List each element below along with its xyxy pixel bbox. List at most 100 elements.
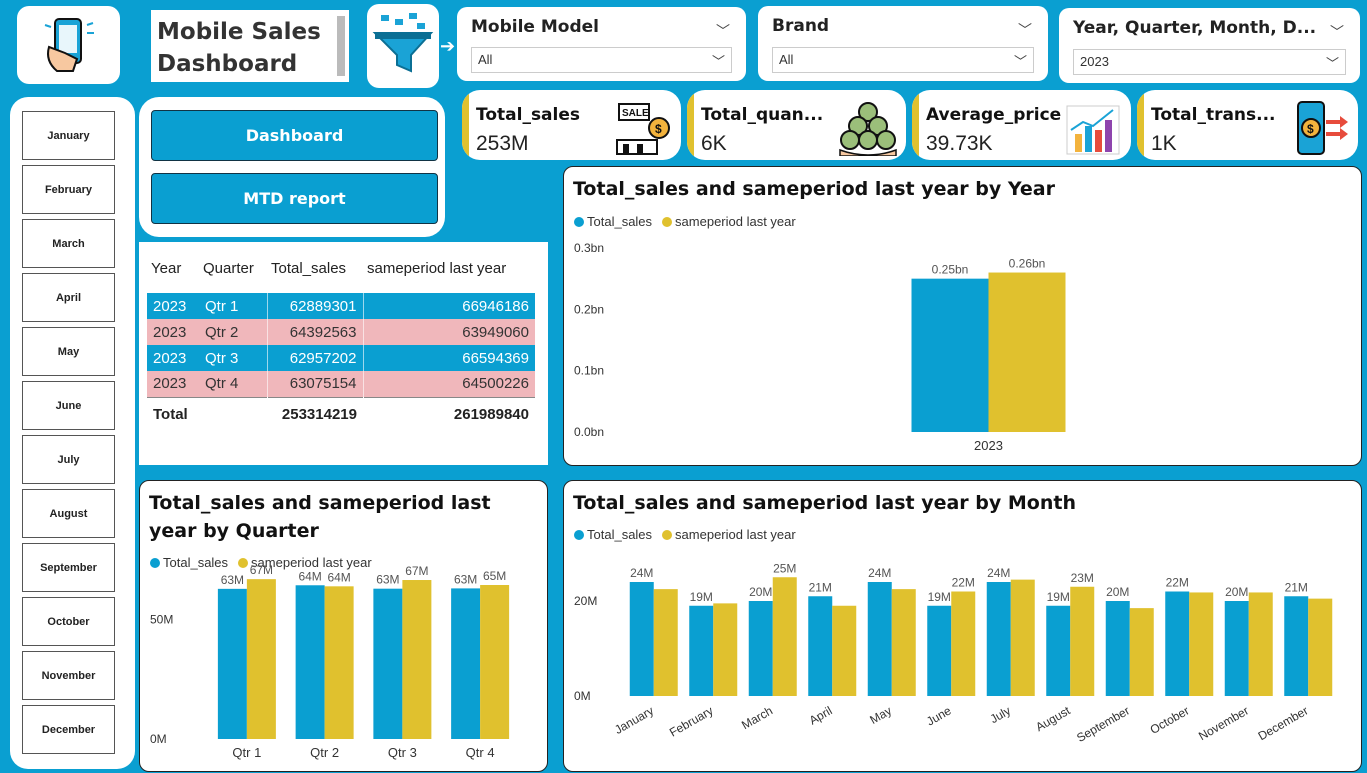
table-row[interactable]: 2023 Qtr 1 62889301 66946186 [147, 293, 535, 319]
month-button-july[interactable]: July [22, 435, 115, 484]
x-tick-label: Qtr 3 [388, 745, 417, 760]
bar-sameperiod-last-year[interactable] [951, 591, 976, 697]
kpi-accent [462, 90, 469, 160]
month-button-september[interactable]: September [22, 543, 115, 592]
data-label: 67M [405, 564, 428, 578]
bar-total_sales[interactable] [217, 588, 247, 739]
arrow-right-icon: ➔ [440, 36, 456, 56]
title-line-2: Dashboard [157, 51, 298, 77]
bar-total_sales[interactable] [373, 588, 403, 739]
table-row[interactable]: 2023 Qtr 2 64392563 63949060 [147, 319, 535, 345]
bar-total_sales[interactable] [986, 582, 1011, 696]
slicer-mobile-model-value: All [478, 52, 493, 67]
bar-sameperiod-last-year[interactable] [891, 589, 916, 696]
bar-sameperiod-last-year[interactable] [246, 579, 276, 739]
chevron-down-icon: ﹀ [1013, 54, 1027, 69]
bar-sameperiod-last-year[interactable] [772, 577, 797, 696]
x-tick-label: February [667, 703, 716, 739]
app-logo [17, 6, 120, 84]
x-tick-label: December [1256, 703, 1311, 743]
svg-text:$: $ [1307, 122, 1314, 136]
chevron-down-icon[interactable]: ﹀ [1018, 20, 1032, 40]
x-tick-label: November [1196, 703, 1251, 743]
x-tick-label: June [924, 703, 954, 728]
month-button-march[interactable]: March [22, 219, 115, 268]
month-button-january[interactable]: January [22, 111, 115, 160]
bar-sameperiod-last-year[interactable] [480, 585, 510, 739]
table-cell: 64500226 [362, 371, 535, 397]
bar-total_sales[interactable] [1224, 601, 1249, 696]
bar-sameperiod-last-year[interactable] [832, 605, 857, 696]
data-label: 20M [1106, 585, 1129, 599]
x-tick-label: July [988, 703, 1013, 726]
title-scrollbar [337, 16, 345, 76]
dashboard-button[interactable]: Dashboard [151, 110, 438, 161]
svg-text:$: $ [655, 122, 662, 136]
data-label: 19M [928, 590, 951, 604]
data-label: 21M [809, 580, 832, 594]
data-label: 63M [376, 573, 399, 587]
sale-icon: SALE $ [616, 103, 670, 155]
month-button-april[interactable]: April [22, 273, 115, 322]
slicer-mobile-model[interactable]: Mobile Model ﹀ All ﹀ [457, 7, 746, 81]
bar-sameperiod-last-year[interactable] [1129, 608, 1154, 696]
bar-total_sales[interactable] [689, 605, 714, 696]
bar-sameperiod-last-year[interactable] [1010, 579, 1035, 696]
slicer-mobile-model-title: Mobile Model [471, 17, 599, 37]
kpi-value: 39.73K [926, 132, 993, 155]
x-tick-label: March [739, 703, 775, 732]
table-header[interactable]: Quarter [199, 252, 267, 293]
table-header[interactable]: Total_sales [267, 252, 363, 293]
month-button-june[interactable]: June [22, 381, 115, 430]
bar-total_sales[interactable] [911, 278, 989, 432]
bar-total_sales[interactable] [1165, 591, 1190, 697]
chevron-down-icon[interactable]: ﹀ [1330, 22, 1344, 42]
slicer-brand-dropdown[interactable]: All ﹀ [772, 47, 1034, 73]
data-label: 64M [327, 570, 350, 584]
bar-total_sales[interactable] [1284, 596, 1309, 696]
bar-sameperiod-last-year[interactable] [1070, 586, 1095, 696]
table-header[interactable]: Year [147, 252, 199, 293]
month-button-october[interactable]: October [22, 597, 115, 646]
y-tick-label: 50M [150, 613, 173, 627]
month-button-may[interactable]: May [22, 327, 115, 376]
bar-total_sales[interactable] [451, 588, 481, 739]
bar-sameperiod-last-year[interactable] [988, 272, 1066, 432]
table-cell: Qtr 3 [199, 345, 267, 371]
y-tick-label: 0.1bn [574, 364, 604, 378]
slicer-date-hierarchy[interactable]: Year, Quarter, Month, D... ﹀ 2023 ﹀ [1059, 8, 1360, 83]
slicer-date-dropdown[interactable]: 2023 ﹀ [1073, 49, 1346, 75]
bar-total_sales[interactable] [1105, 601, 1130, 696]
bar-sameperiod-last-year[interactable] [1189, 592, 1214, 696]
slicer-mobile-model-dropdown[interactable]: All ﹀ [471, 47, 732, 73]
bar-total_sales[interactable] [927, 605, 952, 696]
filter-button[interactable] [367, 4, 439, 88]
month-button-november[interactable]: November [22, 651, 115, 700]
x-tick-label: Qtr 4 [466, 745, 495, 760]
bar-total_sales[interactable] [867, 582, 892, 696]
table-row[interactable]: 2023 Qtr 4 63075154 64500226 [147, 371, 535, 397]
month-button-february[interactable]: February [22, 165, 115, 214]
bar-total_sales[interactable] [629, 582, 654, 696]
table-header-row: Year Quarter Total_sales sameperiod last… [147, 252, 535, 293]
title-line-1: Mobile Sales [157, 19, 321, 45]
month-button-august[interactable]: August [22, 489, 115, 538]
chevron-down-icon[interactable]: ﹀ [716, 21, 730, 41]
table-row[interactable]: 2023 Qtr 3 62957202 66594369 [147, 345, 535, 371]
bar-total_sales[interactable] [1046, 605, 1071, 696]
slicer-brand[interactable]: Brand ﹀ All ﹀ [758, 6, 1048, 81]
bar-total_sales[interactable] [295, 585, 325, 739]
bar-sameperiod-last-year[interactable] [713, 603, 738, 696]
month-button-december[interactable]: December [22, 705, 115, 754]
bar-sameperiod-last-year[interactable] [653, 589, 678, 696]
kpi-value: 6K [701, 132, 727, 155]
mtd-report-button[interactable]: MTD report [151, 173, 438, 224]
bar-sameperiod-last-year[interactable] [402, 580, 432, 739]
bar-sameperiod-last-year[interactable] [1308, 598, 1333, 696]
bar-sameperiod-last-year[interactable] [1248, 592, 1273, 696]
chart-year-plot: 0.0bn 0.1bn 0.2bn 0.3bn 0.25bn 0.26bn 2023 [574, 241, 1066, 453]
bar-total_sales[interactable] [808, 596, 833, 696]
table-header[interactable]: sameperiod last year [363, 252, 535, 293]
bar-sameperiod-last-year[interactable] [324, 586, 354, 739]
bar-total_sales[interactable] [748, 601, 773, 696]
